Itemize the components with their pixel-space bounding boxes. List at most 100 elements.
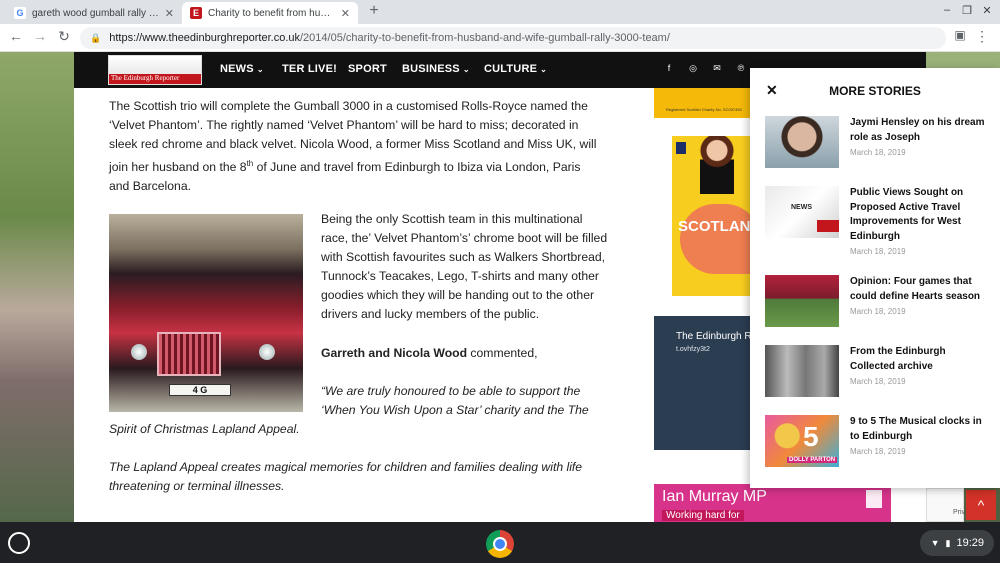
url-path: /2014/05/charity-to-benefit-from-husband… bbox=[300, 32, 670, 44]
facebook-icon[interactable]: f bbox=[662, 63, 676, 73]
tab-google-search[interactable]: G gareth wood gumball rally - Goo ✕ bbox=[6, 2, 182, 24]
quote-line: “We are truly honoured to be able to sup… bbox=[321, 384, 581, 398]
edinburgh-reporter-icon: E bbox=[190, 7, 202, 19]
thumbnail-number: 5 bbox=[803, 421, 819, 452]
instagram-icon[interactable]: ◎ bbox=[686, 63, 700, 74]
chrome-icon[interactable] bbox=[486, 530, 514, 558]
story-item[interactable]: Opinion: Four games that could define He… bbox=[765, 275, 990, 329]
logo-text: The Edinburgh Reporter bbox=[111, 74, 180, 82]
status-tray[interactable]: ▼ ▮ 19:29 bbox=[920, 530, 994, 556]
nav-label: NEWS bbox=[220, 63, 254, 75]
mail-icon[interactable]: ✉ bbox=[710, 63, 724, 74]
address-bar[interactable]: 🔒 https://www.theedinburghreporter.co.uk… bbox=[80, 27, 946, 49]
story-date: March 18, 2019 bbox=[850, 307, 906, 316]
ad-headline: Ian Murray MP bbox=[662, 488, 767, 505]
text-line: The Lapland Appeal creates magical memor… bbox=[109, 460, 583, 474]
quote-line: Spirit of Christmas Lapland Appeal. bbox=[109, 422, 300, 436]
nav-ter-live[interactable]: TER LIVE! bbox=[282, 63, 337, 75]
parliament-crest-icon bbox=[676, 142, 686, 154]
web-page: The Edinburgh Reporter NEWS ⌄ TER LIVE! S… bbox=[0, 52, 1000, 522]
story-title[interactable]: Opinion: Four games that could define He… bbox=[850, 275, 990, 304]
story-thumbnail[interactable] bbox=[765, 116, 839, 168]
minimize-icon[interactable]: – bbox=[938, 4, 956, 16]
text-line: ‘Velvet Phantom’. The rightly named ‘Vel… bbox=[109, 118, 579, 132]
text-line: and Barcelona. bbox=[109, 179, 191, 194]
story-thumbnail[interactable] bbox=[765, 345, 839, 397]
story-title[interactable]: From the Edinburgh Collected archive bbox=[850, 345, 990, 374]
rolls-royce-photo: 4 G bbox=[109, 214, 303, 412]
story-item[interactable]: NEWS Public Views Sought on Proposed Act… bbox=[765, 186, 990, 260]
wifi-icon: ▼ bbox=[930, 538, 940, 548]
portcullis-icon bbox=[866, 490, 882, 508]
paragraph-commented: Garreth and Nicola Wood commented, bbox=[321, 344, 641, 363]
recaptcha-badge[interactable]: Priva bbox=[926, 488, 969, 522]
scroll-to-top-button[interactable]: ^ bbox=[966, 490, 996, 520]
chevron-down-icon: ⌄ bbox=[256, 65, 264, 74]
close-tab-icon[interactable]: ✕ bbox=[341, 7, 350, 20]
ad-headline: SCOTLAND bbox=[678, 218, 752, 235]
close-window-icon[interactable]: ✕ bbox=[978, 4, 996, 17]
text-line: join her husband on the 8th of June and … bbox=[109, 154, 649, 177]
nav-label: SPORT bbox=[348, 63, 387, 75]
story-item[interactable]: 5 DOLLY PARTON 9 to 5 The Musical clocks… bbox=[765, 415, 990, 469]
background-left-image bbox=[0, 52, 74, 522]
text-line: goodies which they will be handing out t… bbox=[321, 288, 595, 302]
text-line: The Scottish trio will complete the Gumb… bbox=[109, 99, 588, 113]
browser-toolbar: ← → ↻ 🔒 https://www.theedinburghreporter… bbox=[0, 24, 1000, 52]
nav-business[interactable]: BUSINESS ⌄ bbox=[402, 63, 470, 75]
widget-subtitle: t.ovhfzy3t2 bbox=[676, 346, 710, 353]
text-line: Being the only Scottish team in this mul… bbox=[321, 212, 583, 226]
quote-line: ‘When You Wish Upon a Star’ charity and … bbox=[321, 403, 589, 417]
lock-icon: 🔒 bbox=[90, 32, 102, 43]
scotland-ad[interactable]: SCOTLAND bbox=[672, 136, 752, 296]
forward-arrow-icon[interactable]: → bbox=[30, 28, 50, 44]
widget-title: The Edinburgh R bbox=[676, 331, 752, 342]
story-title[interactable]: 9 to 5 The Musical clocks in to Edinburg… bbox=[850, 415, 990, 444]
chevron-down-icon: ⌄ bbox=[540, 65, 548, 74]
speaker-names: Garreth and Nicola Wood bbox=[321, 346, 468, 360]
thumbnail-text: NEWS bbox=[791, 204, 812, 211]
story-date: March 18, 2019 bbox=[850, 447, 906, 456]
tab-article[interactable]: E Charity to benefit from husband ✕ bbox=[182, 2, 358, 24]
back-arrow-icon[interactable]: ← bbox=[6, 28, 26, 44]
charity-banner-ad[interactable]: Registered Scottish Charity No. SC037450 bbox=[654, 88, 752, 118]
launcher-icon[interactable] bbox=[8, 532, 30, 554]
story-item[interactable]: Jaymi Hensley on his dream role as Josep… bbox=[765, 116, 990, 170]
story-date: March 18, 2019 bbox=[850, 247, 906, 256]
article-body: The Scottish trio will complete the Gumb… bbox=[74, 88, 652, 522]
text-line: Tunnock’s Teacakes, Lego, T-shirts and m… bbox=[321, 269, 599, 283]
ad-text: Registered Scottish Charity No. SC037450 bbox=[666, 107, 742, 112]
new-tab-button[interactable]: + bbox=[364, 2, 384, 22]
text-line: threatening or terminal illnesses. bbox=[109, 479, 285, 493]
restore-icon[interactable]: ❐ bbox=[958, 4, 976, 17]
site-logo[interactable]: The Edinburgh Reporter bbox=[108, 55, 202, 85]
account-icon[interactable]: ▣ bbox=[950, 28, 970, 42]
text-line: with Scottish favourites such as Walkers… bbox=[321, 250, 606, 264]
text-line: sleek red chrome and black velvet. Nicol… bbox=[109, 137, 597, 151]
close-tab-icon[interactable]: ✕ bbox=[165, 7, 174, 20]
mp-ad[interactable]: Ian Murray MP Working hard for bbox=[654, 484, 891, 522]
url-host: https://www.theedinburghreporter.co.uk bbox=[109, 32, 300, 44]
text-line: drivers and lucky members of the public. bbox=[321, 307, 540, 321]
nav-culture[interactable]: CULTURE ⌄ bbox=[484, 63, 547, 75]
more-stories-heading: MORE STORIES bbox=[829, 84, 921, 98]
reload-icon[interactable]: ↻ bbox=[54, 28, 74, 45]
edinburgh-reporter-widget[interactable]: The Edinburgh R t.ovhfzy3t2 bbox=[654, 316, 752, 450]
tab-strip: G gareth wood gumball rally - Goo ✕ E Ch… bbox=[0, 0, 1000, 24]
story-thumbnail[interactable]: 5 DOLLY PARTON bbox=[765, 415, 839, 467]
pinterest-icon[interactable]: ℗ bbox=[734, 63, 748, 73]
car-grille bbox=[157, 332, 221, 376]
nav-sport[interactable]: SPORT bbox=[348, 63, 387, 75]
tab-title: Charity to benefit from husband bbox=[208, 7, 335, 19]
close-icon[interactable]: ✕ bbox=[766, 82, 778, 99]
clock: 19:29 bbox=[956, 537, 984, 549]
story-thumbnail[interactable] bbox=[765, 275, 839, 327]
paragraph-scottish-team: Being the only Scottish team in this mul… bbox=[321, 210, 641, 324]
story-title[interactable]: Jaymi Hensley on his dream role as Josep… bbox=[850, 116, 990, 145]
menu-kebab-icon[interactable]: ⋮ bbox=[972, 28, 992, 45]
story-item[interactable]: From the Edinburgh Collected archive Mar… bbox=[765, 345, 990, 399]
nav-news[interactable]: NEWS ⌄ bbox=[220, 63, 264, 75]
story-thumbnail[interactable]: NEWS bbox=[765, 186, 839, 238]
story-title[interactable]: Public Views Sought on Proposed Active T… bbox=[850, 186, 990, 244]
text-line: race, the’ Velvet Phantom’s’ chrome boot… bbox=[321, 231, 608, 245]
